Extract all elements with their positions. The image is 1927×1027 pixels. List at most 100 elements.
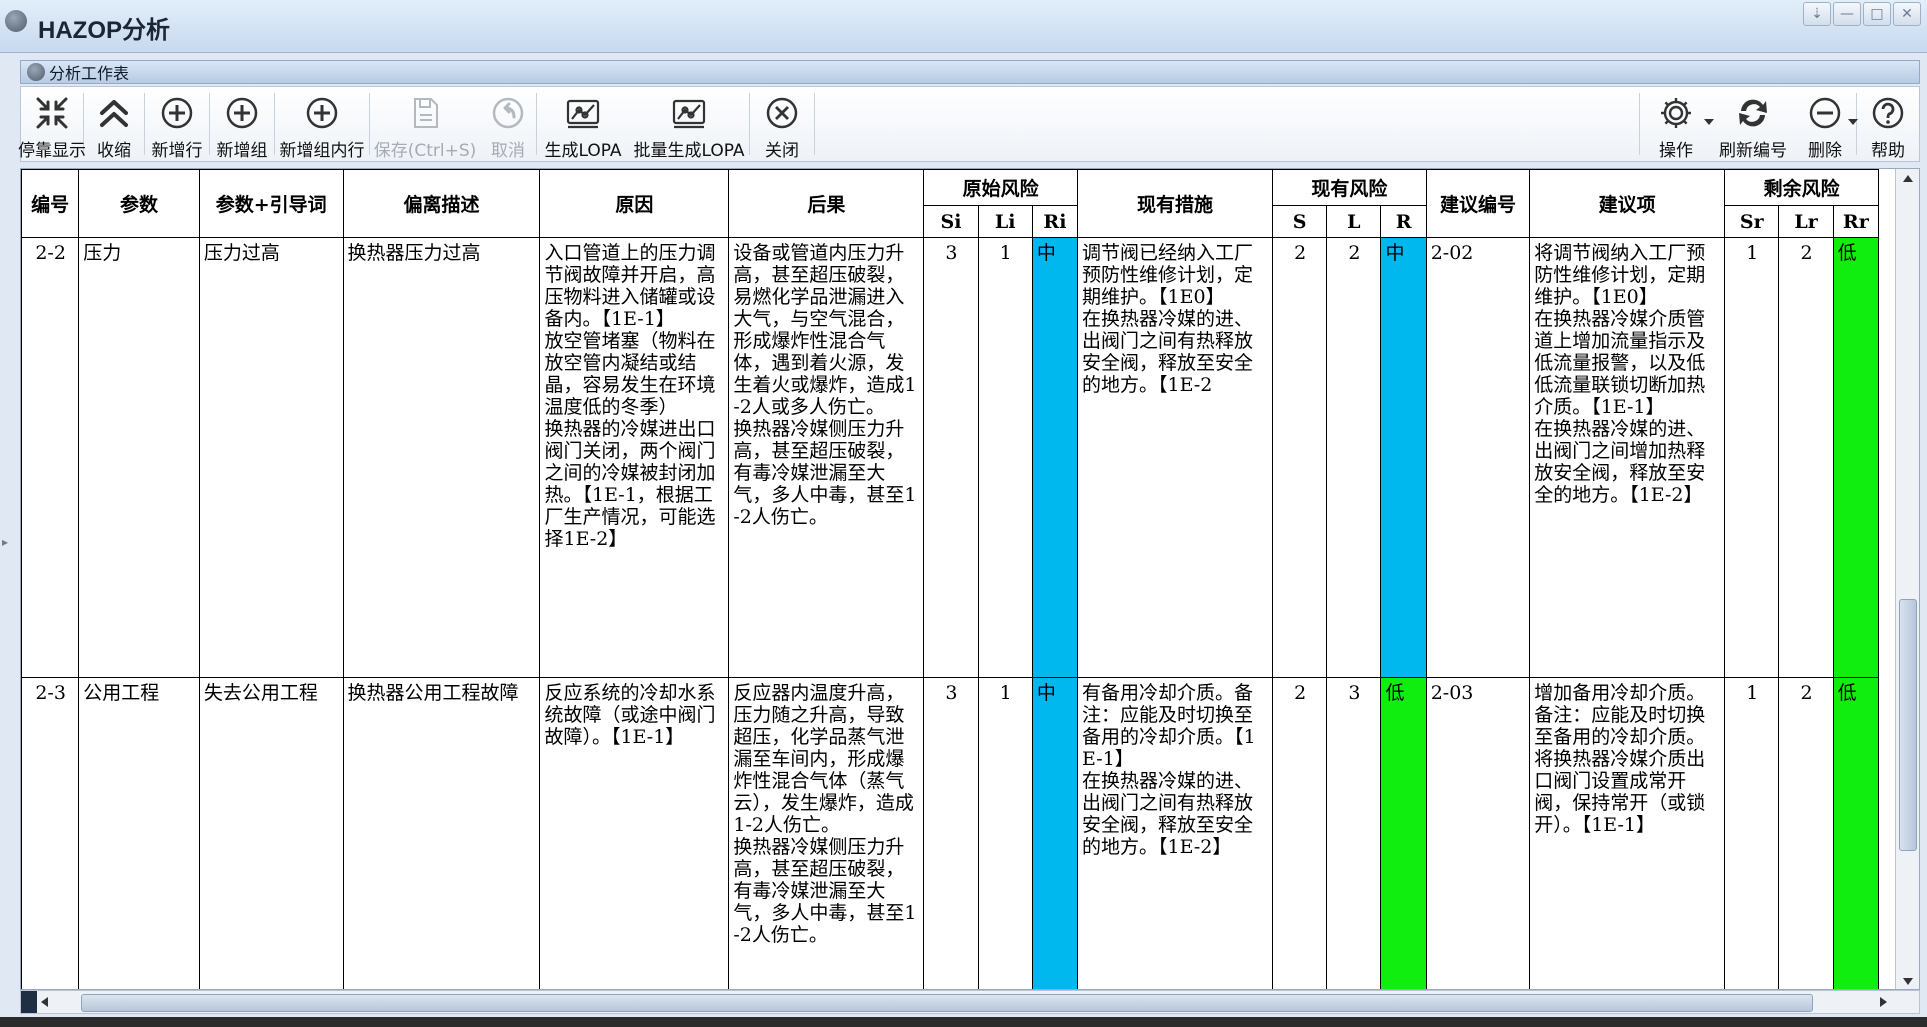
cell-suggestion-id[interactable]: 2-03: [1425, 677, 1531, 989]
cell-li[interactable]: 1: [977, 677, 1033, 989]
scroll-left-icon[interactable]: [41, 997, 48, 1007]
cell-r[interactable]: 低: [1380, 677, 1427, 989]
cell-param-guide[interactable]: 失去公用工程: [198, 677, 344, 989]
close-icon: [762, 93, 802, 132]
help-icon: [1868, 93, 1908, 132]
cell-si[interactable]: 3: [923, 237, 979, 678]
cell-param-guide[interactable]: 压力过高: [198, 237, 344, 678]
scroll-right-icon[interactable]: [1880, 997, 1887, 1007]
header-s[interactable]: S: [1271, 205, 1328, 238]
cell-cause[interactable]: 反应系统的冷却水系统故障（或途中阀门故障）。【1E-1】: [539, 677, 730, 989]
add-group-icon: [222, 93, 262, 132]
cell-ri[interactable]: 中: [1031, 237, 1079, 678]
header-residual-risk[interactable]: 剩余风险: [1724, 169, 1879, 206]
horizontal-scroll-thumb[interactable]: [81, 994, 1813, 1012]
header-lr[interactable]: Lr: [1778, 205, 1834, 238]
cell-lr[interactable]: 2: [1778, 237, 1834, 678]
horizontal-scrollbar[interactable]: [20, 990, 1920, 1014]
dock-display-button[interactable]: 停靠显示: [18, 87, 86, 161]
cell-param[interactable]: 公用工程: [78, 677, 200, 989]
toolbar-left-group: 停靠显示 收缩 新增行 新增组 新增组内行 保存(Ctrl+S) 取消 生成LO…: [18, 87, 815, 161]
panel-icon: [27, 63, 45, 81]
cell-existing-measures[interactable]: 有备用冷却介质。备注：应能及时切换至备用的冷却介质。【1E-1】 在换热器冷媒的…: [1077, 677, 1273, 989]
cell-consequence[interactable]: 设备或管道内压力升高，甚至超压破裂，易燃化学品泄漏进入大气，与空气混合，形成爆炸…: [728, 237, 925, 678]
generate-lopa-button[interactable]: 生成LOPA: [537, 87, 629, 161]
close-window-button[interactable]: ✕: [1893, 2, 1921, 26]
header-id[interactable]: 编号: [21, 169, 80, 238]
header-suggestion[interactable]: 建议项: [1529, 169, 1726, 238]
header-ri[interactable]: Ri: [1031, 205, 1079, 238]
app-title: HAZOP分析: [38, 17, 170, 44]
cell-deviation[interactable]: 换热器公用工程故障: [342, 677, 541, 989]
header-si[interactable]: Si: [923, 205, 979, 238]
header-existing-measures[interactable]: 现有措施: [1077, 169, 1273, 238]
cell-cause[interactable]: 入口管道上的压力调节阀故障并开启，高压物料进入储罐或设备内。【1E-1】 放空管…: [539, 237, 730, 678]
add-group-row-button[interactable]: 新增组内行: [275, 87, 369, 161]
header-rr[interactable]: Rr: [1832, 205, 1880, 238]
window-controls: ⇣ — □ ✕: [1803, 2, 1921, 26]
header-deviation[interactable]: 偏离描述: [342, 169, 541, 238]
table-row[interactable]: 2-2 压力 压力过高 换热器压力过高 入口管道上的压力调节阀故障并开启，高压物…: [21, 237, 1880, 678]
minimize-button[interactable]: —: [1833, 2, 1861, 26]
cell-r[interactable]: 中: [1380, 237, 1427, 678]
cell-s[interactable]: 2: [1271, 677, 1328, 989]
cell-rr[interactable]: 低: [1832, 237, 1880, 678]
cell-sr[interactable]: 1: [1724, 677, 1780, 989]
header-consequence[interactable]: 后果: [728, 169, 925, 238]
side-panel-handle-icon[interactable]: ▸: [2, 535, 8, 549]
pin-icon[interactable]: ⇣: [1803, 2, 1831, 26]
scroll-up-icon[interactable]: [1903, 175, 1913, 182]
scroll-down-icon[interactable]: [1903, 978, 1913, 985]
cancel-button[interactable]: 取消: [480, 87, 536, 161]
vertical-scroll-thumb[interactable]: [1899, 599, 1917, 851]
operate-button[interactable]: 操作: [1640, 87, 1714, 161]
cell-id[interactable]: 2-3: [21, 677, 80, 989]
cell-sr[interactable]: 1: [1724, 237, 1780, 678]
collapse-button[interactable]: 收缩: [84, 87, 144, 161]
table-row[interactable]: 2-3 公用工程 失去公用工程 换热器公用工程故障 反应系统的冷却水系统故障（或…: [21, 677, 1880, 989]
header-param[interactable]: 参数: [78, 169, 200, 238]
cell-existing-measures[interactable]: 调节阀已经纳入工厂预防性维修计划，定期维护。【1E0】 在换热器冷媒的进、出阀门…: [1077, 237, 1273, 678]
header-li[interactable]: Li: [977, 205, 1033, 238]
title-bar: HAZOP分析 ⇣ — □ ✕: [0, 0, 1927, 53]
header-raw-risk[interactable]: 原始风险: [923, 169, 1079, 206]
cell-param[interactable]: 压力: [78, 237, 200, 678]
header-suggestion-id[interactable]: 建议编号: [1425, 169, 1531, 238]
cell-suggestion-id[interactable]: 2-02: [1425, 237, 1531, 678]
cell-rr[interactable]: 低: [1832, 677, 1880, 989]
header-r[interactable]: R: [1380, 205, 1427, 238]
cell-consequence[interactable]: 反应器内温度升高，压力随之升高，导致超压，化学品蒸气泄漏至车间内，形成爆炸性混合…: [728, 677, 925, 989]
help-button[interactable]: 帮助: [1857, 87, 1919, 161]
cell-si[interactable]: 3: [923, 677, 979, 989]
maximize-button[interactable]: □: [1863, 2, 1891, 26]
add-row-button[interactable]: 新增行: [145, 87, 209, 161]
cell-suggestion[interactable]: 将调节阀纳入工厂预防性维修计划，定期维护。【1E0】 在换热器冷媒介质管道上增加…: [1529, 237, 1726, 678]
cell-ri[interactable]: 中: [1031, 677, 1079, 989]
cell-suggestion[interactable]: 增加备用冷却介质。备注：应能及时切换至备用的冷却介质。 将换热器冷媒介质出口阀门…: [1529, 677, 1726, 989]
add-row-icon: [157, 93, 197, 132]
add-group-row-icon: [302, 93, 342, 132]
header-cause[interactable]: 原因: [539, 169, 730, 238]
header-sr[interactable]: Sr: [1724, 205, 1780, 238]
header-l[interactable]: L: [1326, 205, 1382, 238]
analysis-grid: 编号 参数 参数+引导词 偏离描述 原因 后果 原始风险 现有措施 现有风险 建…: [20, 168, 1920, 990]
cell-lr[interactable]: 2: [1778, 677, 1834, 989]
cell-id[interactable]: 2-2: [21, 237, 80, 678]
batch-generate-lopa-button[interactable]: 批量生成LOPA: [629, 87, 749, 161]
refresh-number-button[interactable]: 刷新编号: [1712, 87, 1794, 161]
cell-l[interactable]: 3: [1326, 677, 1382, 989]
close-button[interactable]: 关闭: [750, 87, 814, 161]
cell-l[interactable]: 2: [1326, 237, 1382, 678]
cell-s[interactable]: 2: [1271, 237, 1328, 678]
save-button[interactable]: 保存(Ctrl+S): [370, 87, 480, 161]
delete-button[interactable]: 删除: [1794, 87, 1858, 161]
cell-li[interactable]: 1: [977, 237, 1033, 678]
vertical-scrollbar[interactable]: [1895, 169, 1919, 989]
header-current-risk[interactable]: 现有风险: [1271, 169, 1427, 206]
scrollbar-corner: [21, 991, 37, 1013]
header-param-guide[interactable]: 参数+引导词: [198, 169, 344, 238]
cell-deviation[interactable]: 换热器压力过高: [342, 237, 541, 678]
add-group-button[interactable]: 新增组: [210, 87, 274, 161]
cancel-icon: [488, 93, 528, 132]
hazop-table: 编号 参数 参数+引导词 偏离描述 原因 后果 原始风险 现有措施 现有风险 建…: [21, 169, 1880, 989]
